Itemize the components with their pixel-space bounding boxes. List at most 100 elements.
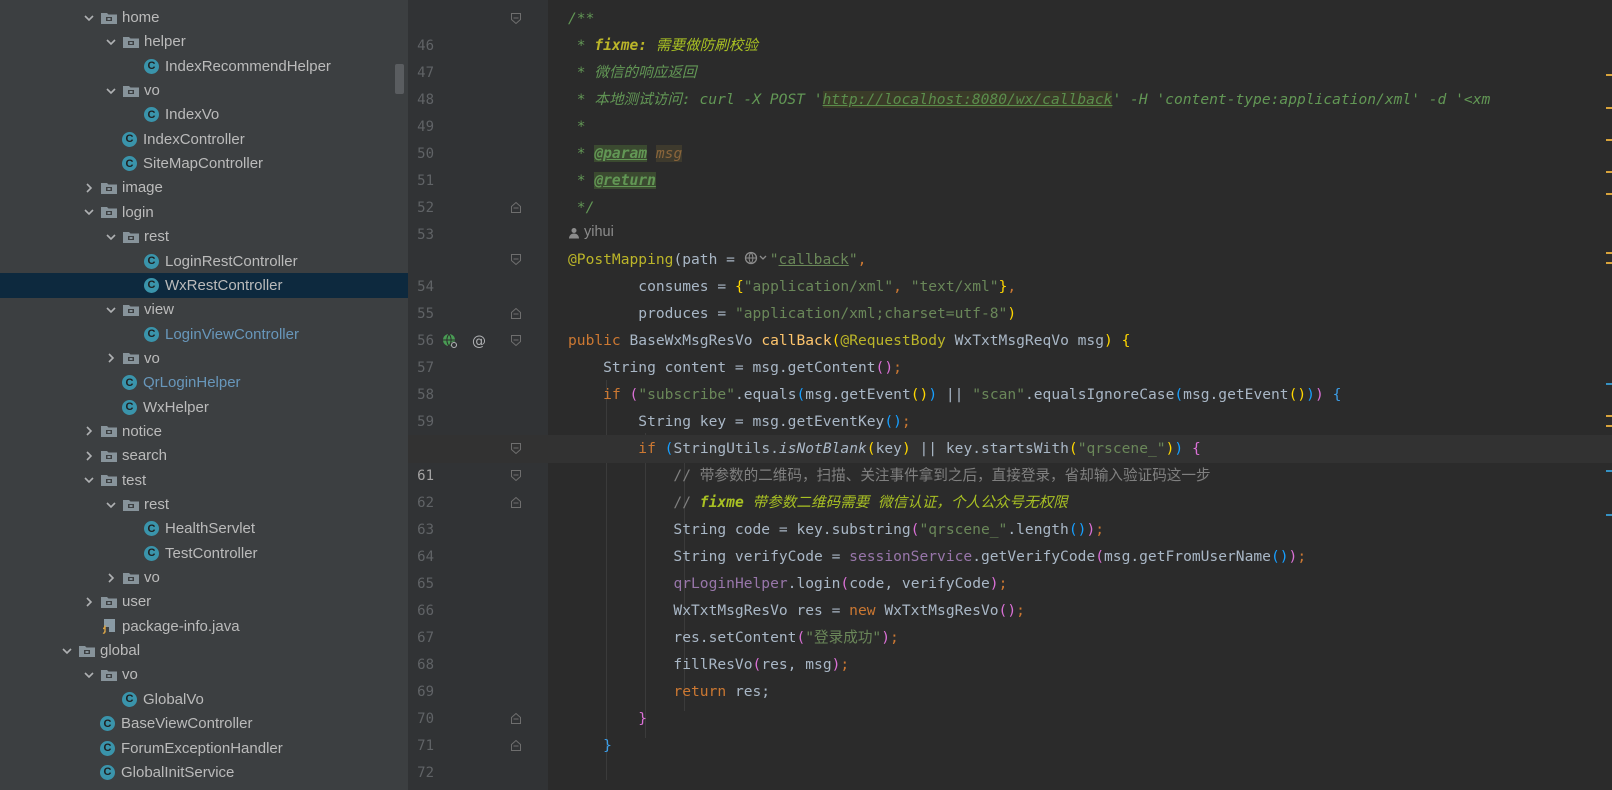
tree-item-home[interactable]: home xyxy=(0,5,408,30)
code-line-64[interactable]: 64 String code = key.substring("qrscene_… xyxy=(408,516,1612,565)
tree-item-healthservlet[interactable]: C HealthServlet xyxy=(0,516,408,541)
tree-item-globalinitservice[interactable]: C GlobalInitService xyxy=(0,760,408,785)
code-editor[interactable]: 46 /** 47 * fixme: 需要做防刷校验 48 * 微信的响应返回 … xyxy=(408,0,1612,790)
tree-item-search[interactable]: search xyxy=(0,443,408,468)
code-line-49[interactable]: 49 * 本地测试访问: curl -X POST 'http://localh… xyxy=(408,86,1612,135)
code-line-54[interactable]: 54 @PostMapping(path = "callback", xyxy=(408,246,1612,295)
code-line-71[interactable]: 71 } xyxy=(408,705,1612,754)
code-line-50[interactable]: 50 * xyxy=(408,113,1612,162)
code-line-57[interactable]: 57 @ public BaseWxMsgResVo callBack(@Req… xyxy=(408,327,1612,376)
tree-item-vo[interactable]: vo xyxy=(0,346,408,371)
tree-item-rest[interactable]: rest xyxy=(0,224,408,249)
chevron-down-icon[interactable] xyxy=(78,12,100,24)
tree-item-vo[interactable]: vo xyxy=(0,78,408,103)
fold-open-icon[interactable] xyxy=(511,335,521,346)
chevron-right-icon[interactable] xyxy=(78,450,100,462)
url-link[interactable]: http://localhost:8080/wx/callback xyxy=(822,91,1113,108)
warning-marker[interactable] xyxy=(1606,415,1612,417)
info-marker[interactable] xyxy=(1606,514,1612,516)
url-mapping-string[interactable]: callback xyxy=(779,251,849,268)
code-line-60[interactable]: 60 String key = msg.getEventKey(); xyxy=(408,408,1612,457)
fold-open-icon[interactable] xyxy=(511,470,521,481)
tree-item-testcontroller[interactable]: C TestController xyxy=(0,541,408,566)
chevron-down-icon[interactable] xyxy=(78,474,100,486)
warning-marker[interactable] xyxy=(1606,252,1612,254)
tree-item-indexvo[interactable]: C IndexVo xyxy=(0,102,408,127)
code-line-65[interactable]: 65 String verifyCode = sessionService.ge… xyxy=(408,543,1612,592)
chevron-down-icon[interactable] xyxy=(100,304,122,316)
tree-item-package-info-java[interactable]: package-info.java xyxy=(0,614,408,639)
chevron-down-icon[interactable] xyxy=(56,645,78,657)
code-line-52[interactable]: 52 * @return xyxy=(408,167,1612,216)
chevron-right-icon[interactable] xyxy=(78,425,100,437)
fold-open-icon[interactable] xyxy=(511,13,521,24)
tree-item-wxhelper[interactable]: C WxHelper xyxy=(0,395,408,420)
code-line-58[interactable]: 58 String content = msg.getContent(); xyxy=(408,354,1612,403)
tree-item-qrloginhelper[interactable]: C QrLoginHelper xyxy=(0,370,408,395)
web-endpoint-icon[interactable] xyxy=(442,333,458,349)
fold-close-icon[interactable] xyxy=(511,202,521,213)
code-line-68[interactable]: 68 res.setContent("登录成功"); xyxy=(408,624,1612,673)
tree-item-wxrestcontroller[interactable]: C WxRestController xyxy=(0,272,408,298)
tree-item-notice[interactable]: notice xyxy=(0,419,408,444)
tree-item-helper[interactable]: helper xyxy=(0,29,408,54)
code-line-62[interactable]: 62 // 带参数的二维码，扫描、关注事件拿到之后，直接登录，省却输入验证码这一… xyxy=(408,462,1612,511)
code-line-73[interactable]: 73 xyxy=(408,772,1612,790)
tree-item-global[interactable]: global xyxy=(0,638,408,663)
chevron-down-icon[interactable] xyxy=(78,206,100,218)
chevron-right-icon[interactable] xyxy=(78,182,100,194)
chevron-down-icon[interactable] xyxy=(100,499,122,511)
chevron-down-icon[interactable] xyxy=(100,231,122,243)
tree-item-indexcontroller[interactable]: C IndexController xyxy=(0,127,408,152)
code-line-72[interactable]: 72 } xyxy=(408,732,1612,781)
code-line-66[interactable]: 66 qrLoginHelper.login(code, verifyCode)… xyxy=(408,570,1612,619)
code-author-hint[interactable]: yihui xyxy=(408,219,1612,246)
tree-item-rest[interactable]: rest xyxy=(0,492,408,517)
code-line-69[interactable]: 69 fillResVo(res, msg); xyxy=(408,651,1612,700)
tree-item-login[interactable]: login xyxy=(0,200,408,225)
warning-marker[interactable] xyxy=(1606,425,1612,427)
code-line-70[interactable]: 70 return res; xyxy=(408,678,1612,727)
tree-item-indexrecommendhelper[interactable]: C IndexRecommendHelper xyxy=(0,54,408,79)
warning-marker[interactable] xyxy=(1606,139,1612,141)
warning-marker[interactable] xyxy=(1606,74,1612,76)
fold-close-icon[interactable] xyxy=(511,308,521,319)
chevron-down-icon[interactable] xyxy=(100,36,122,48)
fold-close-icon[interactable] xyxy=(511,740,521,751)
chevron-right-icon[interactable] xyxy=(100,352,122,364)
code-line-56[interactable]: 56 produces = "application/xml;charset=u… xyxy=(408,300,1612,349)
tree-item-vo[interactable]: vo xyxy=(0,565,408,590)
project-tree[interactable]: home helper C IndexRecommendHelper vo C IndexV… xyxy=(0,0,408,790)
warning-marker[interactable] xyxy=(1606,193,1612,195)
warning-marker[interactable] xyxy=(1606,107,1612,109)
tree-item-image[interactable]: image xyxy=(0,175,408,200)
code-line-59[interactable]: 59 if ("subscribe".equals(msg.getEvent()… xyxy=(408,381,1612,430)
code-line-61-current[interactable]: 61 if (StringUtils.isNotBlank(key) || ke… xyxy=(408,435,1612,484)
tree-item-sitemapcontroller[interactable]: C SiteMapController xyxy=(0,151,408,176)
tree-item-forumexceptionhandler[interactable]: C ForumExceptionHandler xyxy=(0,736,408,761)
fold-open-icon[interactable] xyxy=(511,254,521,265)
tree-item-baseviewcontroller[interactable]: C BaseViewController xyxy=(0,711,408,736)
warning-marker[interactable] xyxy=(1606,171,1612,173)
annotation-marker-icon[interactable]: @ xyxy=(471,333,487,350)
code-line-53[interactable]: 53 */ xyxy=(408,194,1612,243)
code-line-55[interactable]: 55 consumes = {"application/xml", "text/… xyxy=(408,273,1612,322)
code-line-48[interactable]: 48 * 微信的响应返回 xyxy=(408,59,1612,108)
code-line-47[interactable]: 47 * fixme: 需要做防刷校验 xyxy=(408,32,1612,81)
chevron-down-icon[interactable] xyxy=(78,669,100,681)
info-marker[interactable] xyxy=(1606,470,1612,472)
info-marker[interactable] xyxy=(1606,383,1612,385)
code-line-46[interactable]: 46 /** xyxy=(408,5,1612,54)
fold-close-icon[interactable] xyxy=(511,497,521,508)
tree-item-loginrestcontroller[interactable]: C LoginRestController xyxy=(0,249,408,274)
warning-marker[interactable] xyxy=(1606,262,1612,264)
tree-item-vo[interactable]: vo xyxy=(0,662,408,687)
method-name[interactable]: callBack xyxy=(761,332,831,349)
globe-link-icon[interactable] xyxy=(744,251,770,265)
editor-scrollbar-markers[interactable] xyxy=(1606,0,1612,790)
fold-close-icon[interactable] xyxy=(511,713,521,724)
chevron-right-icon[interactable] xyxy=(78,596,100,608)
chevron-down-icon[interactable] xyxy=(100,85,122,97)
code-line-67[interactable]: 67 WxTxtMsgResVo res = new WxTxtMsgResVo… xyxy=(408,597,1612,646)
code-line-63[interactable]: 63 // fixme 带参数二维码需要 微信认证，个人公众号无权限 xyxy=(408,489,1612,538)
